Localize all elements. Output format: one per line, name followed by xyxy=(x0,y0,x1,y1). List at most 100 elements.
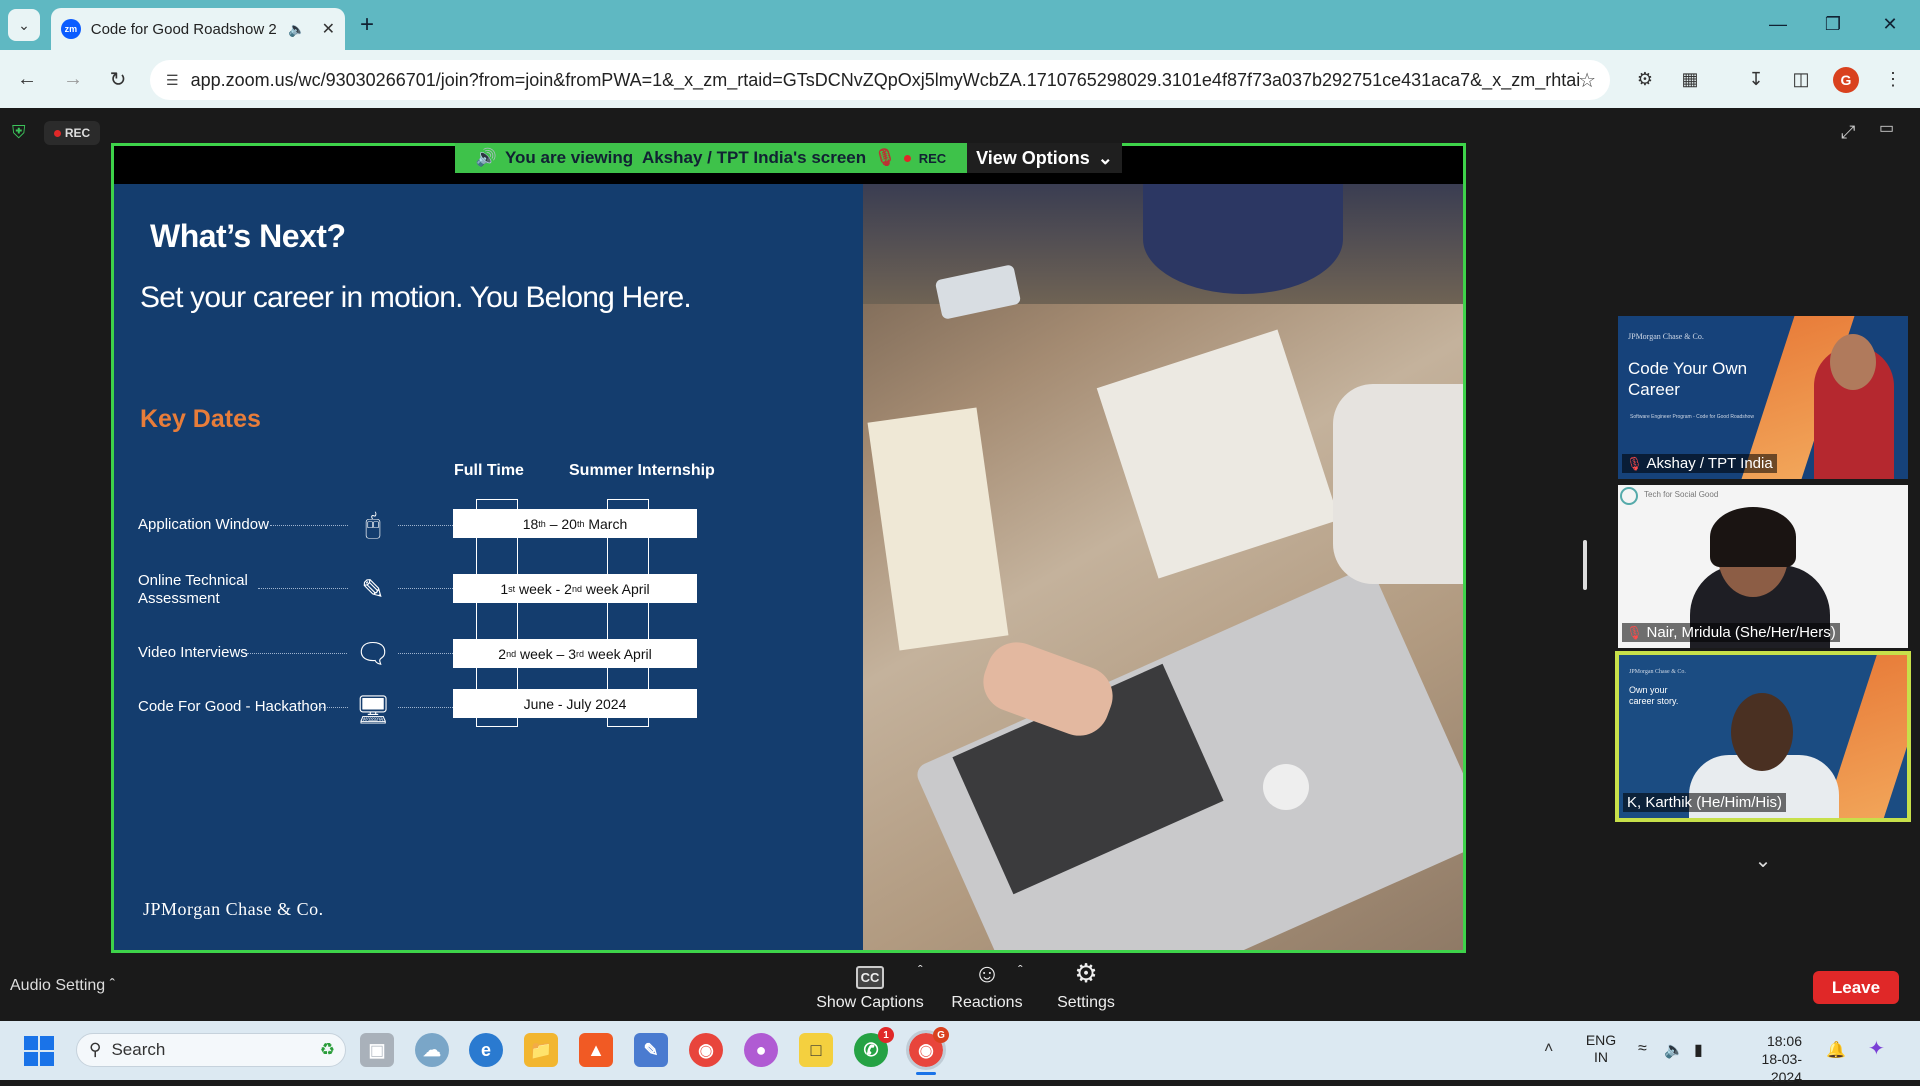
task-view-icon[interactable]: ▣ xyxy=(360,1033,394,1067)
monitor-touch-icon: 🖰 xyxy=(364,508,382,540)
system-clock[interactable]: 18:06 18-03-2024 xyxy=(1736,1032,1802,1086)
audio-setting-button[interactable]: Audio Setting ˆ xyxy=(10,977,115,995)
chevron-up-icon[interactable]: ˄ xyxy=(1544,1040,1553,1058)
muted-mic-icon: 🎙 xyxy=(1626,455,1643,471)
tile-person xyxy=(1710,507,1796,567)
participant-tile-akshay[interactable]: JPMorgan Chase & Co. Code Your Own Caree… xyxy=(1618,316,1908,479)
edge-icon[interactable]: e xyxy=(469,1033,503,1067)
participant-name: Akshay / TPT India xyxy=(1646,455,1773,472)
column-header-summer-internship: Summer Internship xyxy=(569,462,715,479)
speaker-icon[interactable]: 🔈 xyxy=(288,21,305,38)
slide-tagline: Set your career in motion. You Belong He… xyxy=(140,281,692,314)
brave-icon[interactable]: ▲ xyxy=(579,1033,613,1067)
tile-bg-label: Tech for Social Good xyxy=(1644,490,1719,499)
browser-tab-active[interactable]: zm Code for Good Roadshow 2 🔈 ✕ xyxy=(51,8,345,50)
participant-tile-karthik-active-speaker[interactable]: JPMorgan Chase & Co. Own your career sto… xyxy=(1615,651,1911,822)
restore-button[interactable]: ❐ xyxy=(1813,8,1853,40)
ladder-cap xyxy=(476,726,518,727)
file-explorer-icon[interactable]: 📁 xyxy=(524,1033,558,1067)
settings-button[interactable]: ⚙ Settings xyxy=(1031,958,1141,1018)
date-part: 2 xyxy=(498,645,507,662)
taskbar-search-box[interactable]: ⚲ Search ♻ xyxy=(76,1033,346,1067)
volume-icon[interactable]: 🔈 xyxy=(1664,1040,1684,1060)
download-icon[interactable]: ↧ xyxy=(1741,64,1771,94)
panel-resize-handle[interactable] xyxy=(1583,540,1587,590)
date-part: week - 2 xyxy=(515,580,572,597)
chevron-down-icon[interactable]: ⌄ xyxy=(1749,848,1777,872)
more-menu-icon[interactable]: ⋮ xyxy=(1878,64,1908,94)
photo-region xyxy=(1263,764,1309,810)
windows-start-icon[interactable] xyxy=(24,1036,54,1066)
extension-icon[interactable]: ⚙ xyxy=(1630,64,1660,94)
caret-up-icon[interactable]: ˆ xyxy=(1018,962,1023,978)
tile-bg-text: Own your career story. xyxy=(1629,685,1679,706)
copilot-icon[interactable]: ✦ xyxy=(1868,1036,1885,1061)
chrome-active-icon[interactable]: ◉ G xyxy=(906,1027,949,1070)
side-panel-icon[interactable]: ◫ xyxy=(1786,64,1816,94)
audio-setting-label: Audio Setting xyxy=(10,977,106,994)
dotted-connector xyxy=(247,653,347,654)
start-tile xyxy=(24,1052,38,1066)
close-icon[interactable]: ✕ xyxy=(322,19,335,39)
layout-icon[interactable]: ▭ xyxy=(1879,118,1903,142)
site-info-icon[interactable]: ☰ xyxy=(166,72,179,89)
date-sup: nd xyxy=(506,648,517,659)
shield-icon[interactable]: ⛨ xyxy=(12,122,34,144)
paint-icon[interactable]: ● xyxy=(744,1033,778,1067)
search-placeholder: Search xyxy=(111,1040,166,1059)
language-code: ENG xyxy=(1585,1032,1617,1048)
start-tile xyxy=(24,1036,38,1050)
back-button[interactable]: ← xyxy=(12,64,42,94)
tile-person xyxy=(1731,693,1793,771)
date-part: 1 xyxy=(500,580,509,597)
tab-search-button[interactable]: ⌄ xyxy=(8,9,40,41)
window-close-button[interactable]: ✕ xyxy=(1870,8,1910,40)
tile-slide-caption: Software Engineer Program - Code for Goo… xyxy=(1630,414,1754,420)
widgets-icon[interactable]: ☁ xyxy=(415,1033,449,1067)
url-text[interactable]: app.zoom.us/wc/93030266701/join?from=joi… xyxy=(191,70,1581,91)
tab-title: Code for Good Roadshow 2 xyxy=(90,20,277,38)
reactions-label: Reactions xyxy=(951,994,1023,1011)
date-sup: th xyxy=(576,518,585,529)
puzzle-icon[interactable]: ▦ xyxy=(1675,64,1705,94)
participant-name: Nair, Mridula (She/Her/Hers) xyxy=(1646,624,1836,641)
pencil-ruler-icon: ✎ xyxy=(361,573,385,605)
minimize-button[interactable]: — xyxy=(1758,8,1798,40)
fullscreen-icon[interactable]: ⤢ xyxy=(1841,122,1865,146)
participant-tile-mridula[interactable]: Tech for Social Good 🎙 Nair, Mridula (She… xyxy=(1618,485,1908,648)
participant-name-label: 🎙 Nair, Mridula (She/Her/Hers) xyxy=(1622,623,1840,642)
show-captions-button[interactable]: CC Show Captions xyxy=(815,958,925,1018)
battery-icon[interactable]: ▮ xyxy=(1694,1040,1703,1060)
caret-up-icon[interactable]: ˆ xyxy=(918,962,923,978)
dotted-connector xyxy=(398,525,453,526)
participant-name: K, Karthik (He/Him/His) xyxy=(1627,794,1783,811)
date-sup: nd xyxy=(571,583,582,594)
notepad-icon[interactable]: ✎ xyxy=(634,1033,668,1067)
photo-region xyxy=(867,407,1009,651)
reload-button[interactable]: ↻ xyxy=(103,64,133,94)
recording-indicator[interactable]: REC xyxy=(44,121,100,145)
ladder-cap xyxy=(476,499,518,500)
notifications-icon[interactable]: 🔔 xyxy=(1826,1040,1846,1060)
photo-region xyxy=(1143,184,1343,294)
sticky-notes-icon[interactable]: □ xyxy=(799,1033,833,1067)
profile-avatar[interactable]: G xyxy=(1833,67,1859,93)
forward-button[interactable]: → xyxy=(58,64,88,94)
chevron-down-icon: ⌄ xyxy=(18,16,30,33)
show-captions-label: Show Captions xyxy=(816,994,924,1011)
view-options-button[interactable]: View Options ⌄ xyxy=(967,143,1122,173)
address-bar[interactable]: ☰ app.zoom.us/wc/93030266701/join?from=j… xyxy=(150,60,1610,100)
emoji-plus-icon: ☺ xyxy=(973,958,1001,988)
new-tab-button[interactable]: + xyxy=(352,10,382,40)
leave-button[interactable]: Leave xyxy=(1813,971,1899,1004)
cc-glyph: CC xyxy=(855,966,885,989)
dotted-connector xyxy=(314,707,348,708)
wifi-icon[interactable]: ≈ xyxy=(1638,1040,1647,1058)
start-tile xyxy=(40,1036,54,1050)
chrome-icon[interactable]: ◉ xyxy=(689,1033,723,1067)
star-icon[interactable]: ☆ xyxy=(1578,68,1596,93)
input-language[interactable]: ENG IN xyxy=(1584,1032,1618,1066)
reactions-button[interactable]: ☺ Reactions xyxy=(932,958,1042,1018)
clock-date: 18-03-2024 xyxy=(1761,1051,1802,1085)
whatsapp-icon[interactable]: ✆ 1 xyxy=(854,1027,894,1067)
